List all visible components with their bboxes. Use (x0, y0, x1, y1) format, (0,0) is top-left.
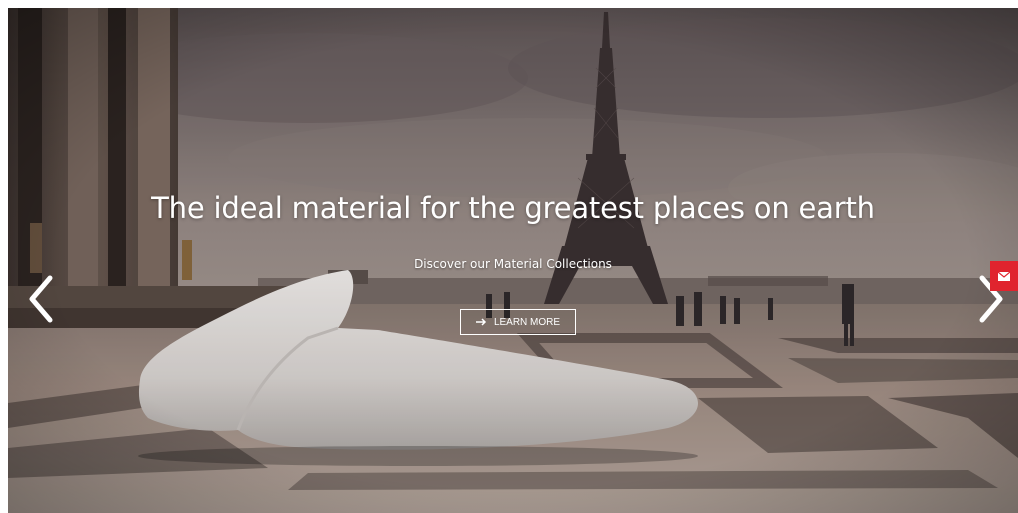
chevron-left-icon[interactable] (24, 274, 58, 324)
hero-headline: The ideal material for the greatest plac… (151, 191, 875, 225)
hero-subheadline: Discover our Material Collections (414, 257, 612, 271)
envelope-icon (998, 271, 1010, 281)
learn-more-label: LEARN MORE (493, 316, 561, 328)
hero-slider: The ideal material for the greatest plac… (8, 8, 1018, 513)
learn-more-button[interactable]: LEARN MORE (460, 309, 576, 335)
arrow-right-icon (475, 318, 486, 326)
contact-tab[interactable] (990, 261, 1018, 291)
page-frame: The ideal material for the greatest plac… (0, 0, 1018, 513)
